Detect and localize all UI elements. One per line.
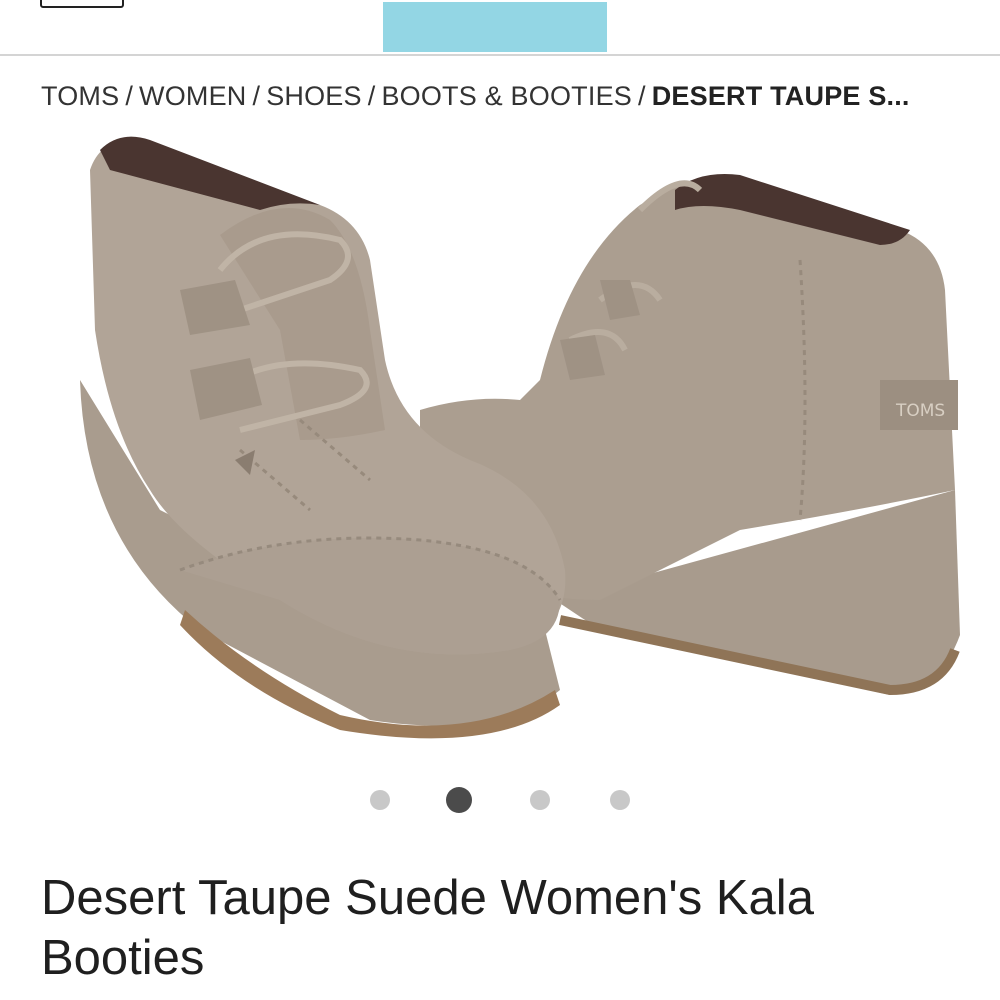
promo-banner[interactable] (383, 2, 607, 52)
menu-icon[interactable] (40, 0, 124, 8)
breadcrumb-separator: / (125, 81, 134, 111)
product-image[interactable]: TOMS (40, 130, 970, 750)
carousel-dot-1[interactable] (370, 790, 390, 810)
breadcrumb-separator: / (638, 81, 646, 111)
breadcrumb: TOMS / WOMEN / SHOES / BOOTS & BOOTIES / DESERT … (41, 79, 981, 113)
product-title: Desert Taupe Suede Women's Kala Booties (41, 871, 814, 985)
carousel-dot-3[interactable] (530, 790, 550, 810)
breadcrumb-item-shoes[interactable]: SHOES (266, 81, 362, 111)
top-bar (0, 0, 1000, 56)
breadcrumb-item-women[interactable]: WOMEN (139, 81, 246, 111)
breadcrumb-current: DESERT TAUPE S... (651, 81, 910, 111)
breadcrumb-item-boots-booties[interactable]: BOOTS & BOOTIES (381, 81, 632, 111)
carousel-dot-4[interactable] (610, 790, 630, 810)
breadcrumb-separator: / (252, 81, 261, 111)
toms-logo: TOMS (895, 401, 945, 421)
carousel-dot-2[interactable] (446, 787, 472, 813)
carousel-dots (0, 786, 1000, 814)
breadcrumb-item-toms[interactable]: TOMS (41, 81, 119, 111)
breadcrumb-separator: / (367, 81, 376, 111)
